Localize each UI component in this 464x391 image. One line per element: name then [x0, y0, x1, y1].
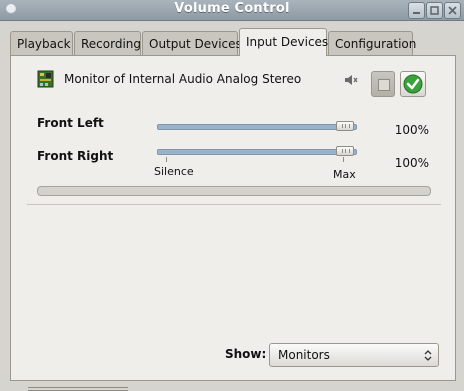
max-label: Max — [333, 168, 356, 181]
front-right-percent: 100% — [394, 156, 429, 170]
lock-channels-button[interactable] — [371, 71, 395, 97]
channel-label-front-left: Front Left — [37, 116, 104, 130]
slider-thumb[interactable] — [336, 146, 354, 156]
checkmark-icon — [403, 74, 423, 94]
close-button[interactable] — [444, 2, 461, 19]
max-tick — [343, 157, 344, 162]
tab-recording[interactable]: Recording — [74, 31, 141, 55]
chevron-up-down-icon — [424, 350, 432, 361]
slider-thumb[interactable] — [336, 121, 354, 131]
tab-playback[interactable]: Playback — [10, 31, 73, 55]
sound-card-icon — [37, 70, 54, 88]
minimize-icon — [413, 12, 420, 14]
show-select[interactable]: Monitors — [269, 343, 439, 367]
device-name: Monitor of Internal Audio Analog Stereo — [64, 72, 302, 86]
level-meter — [37, 186, 431, 196]
minimize-button[interactable] — [408, 2, 425, 19]
silence-label: Silence — [154, 165, 194, 178]
tab-configuration[interactable]: Configuration — [328, 31, 416, 55]
title-bar[interactable]: Volume Control — [0, 0, 464, 21]
silence-tick — [166, 157, 167, 162]
front-left-slider[interactable] — [157, 121, 357, 131]
tab-input-devices[interactable]: Input Devices — [239, 28, 328, 56]
tab-output-devices[interactable]: Output Devices — [142, 31, 242, 55]
maximize-icon — [430, 6, 439, 15]
divider — [27, 204, 441, 205]
maximize-button[interactable] — [426, 2, 443, 19]
show-label: Show: — [225, 347, 267, 361]
front-right-slider[interactable] — [157, 146, 357, 156]
input-devices-panel: Monitor of Internal Audio Analog Stereo … — [10, 55, 456, 381]
channel-label-front-right: Front Right — [37, 149, 114, 163]
close-icon — [448, 6, 457, 15]
show-select-value: Monitors — [278, 348, 330, 362]
set-default-button[interactable] — [400, 71, 426, 97]
front-left-percent: 100% — [394, 123, 429, 137]
lock-channels-icon — [378, 79, 390, 91]
speaker-muted-icon — [345, 75, 358, 85]
resize-grip[interactable] — [28, 387, 128, 391]
window-title: Volume Control — [174, 1, 290, 16]
